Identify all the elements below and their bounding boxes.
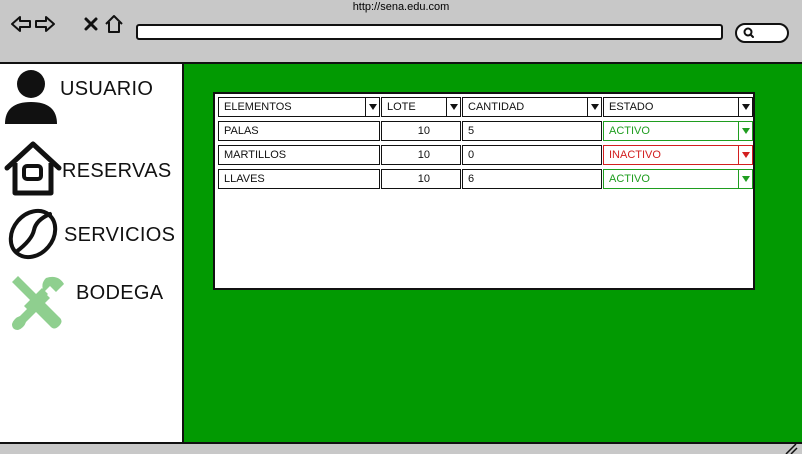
estado-value: INACTIVO [609,149,661,161]
url-title: http://sena.edu.com [352,1,450,13]
browser-toolbar: http://sena.edu.com [0,0,802,64]
table-cell-lote[interactable]: 10 [381,169,461,189]
sidebar-item-bodega[interactable]: BODEGA [8,274,163,334]
sidebar-item-label: BODEGA [76,281,164,304]
coffee-bean-icon [8,208,58,260]
header-lote[interactable]: LOTE [381,97,461,117]
estado-select[interactable]: ACTIVO [603,121,753,141]
tools-icon [12,276,64,330]
chevron-down-icon[interactable] [738,146,752,164]
chevron-down-icon[interactable] [587,98,601,116]
back-arrow-icon[interactable] [10,13,32,35]
table-cell-cantidad[interactable]: 6 [462,169,602,189]
status-bar [0,442,802,454]
search-icon [743,27,754,38]
table-cell-elemento[interactable]: PALAS [218,121,380,141]
sidebar: USUARIO RESERVAS SERVICIOS BODEGA [0,62,184,442]
forward-arrow-icon[interactable] [34,13,56,35]
chevron-down-icon[interactable] [738,122,752,140]
sidebar-item-label: SERVICIOS [64,223,176,246]
table-cell-elemento[interactable]: MARTILLOS [218,145,380,165]
chevron-down-icon[interactable] [365,98,379,116]
header-cantidad[interactable]: CANTIDAD [462,97,602,117]
sidebar-item-label: USUARIO [60,77,154,100]
estado-select[interactable]: INACTIVO [603,145,753,165]
estado-value: ACTIVO [609,173,650,185]
header-estado[interactable]: ESTADO [603,97,753,117]
inventory-table: ELEMENTOS LOTE CANTIDAD ESTADO PALAS 10 … [213,92,755,290]
user-icon [5,70,57,124]
home-icon [4,141,62,196]
address-bar[interactable] [136,24,723,40]
home-nav-icon[interactable] [103,13,125,35]
header-elementos[interactable]: ELEMENTOS [218,97,380,117]
table-cell-lote[interactable]: 10 [381,121,461,141]
estado-select[interactable]: ACTIVO [603,169,753,189]
table-cell-lote[interactable]: 10 [381,145,461,165]
chevron-down-icon[interactable] [738,98,752,116]
chevron-down-icon[interactable] [446,98,460,116]
table-cell-elemento[interactable]: LLAVES [218,169,380,189]
table-cell-cantidad[interactable]: 0 [462,145,602,165]
chevron-down-icon[interactable] [738,170,752,188]
sidebar-item-reservas[interactable]: RESERVAS [4,140,171,196]
resize-grip-icon[interactable] [784,444,798,454]
sidebar-item-usuario[interactable]: USUARIO [4,68,153,126]
sidebar-item-servicios[interactable]: SERVICIOS [6,206,175,262]
search-box[interactable] [735,23,789,43]
close-icon[interactable] [80,13,102,35]
estado-value: ACTIVO [609,125,650,137]
table-cell-cantidad[interactable]: 5 [462,121,602,141]
sidebar-item-label: RESERVAS [62,159,172,182]
